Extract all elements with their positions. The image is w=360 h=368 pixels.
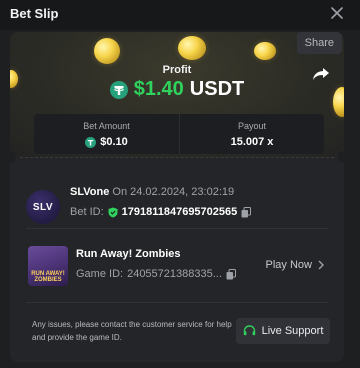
- support-notice: Any issues, please contact the customer …: [32, 320, 232, 342]
- avatar-text: SLV: [32, 201, 54, 213]
- bet-amount-label: Bet Amount: [83, 121, 130, 131]
- copy-icon[interactable]: [226, 268, 236, 280]
- modal-header: Bet Slip: [0, 0, 360, 30]
- bet-slip-card: Share Profit $1.40 USDT Bet Amount $0.10…: [10, 32, 344, 362]
- tether-icon: [85, 136, 97, 148]
- bet-date: 24.02.2024, 23:02:19: [130, 186, 235, 198]
- bet-id-value: 1791811847695702565: [121, 206, 238, 218]
- coin-decoration: [94, 38, 120, 64]
- chevron-right-icon: [318, 260, 324, 270]
- bet-slip-modal: Bet Slip Share Profit $1.40 USDT Bet Amo…: [0, 0, 360, 368]
- game-id-line: Game ID: 24055721388335...: [76, 268, 236, 280]
- avatar: SLV: [26, 190, 60, 224]
- bet-stats-panel: Bet Amount $0.10 Payout 15.007 x: [34, 114, 324, 154]
- bet-date-prefix: On: [109, 186, 131, 198]
- game-thumbnail-title: RUN AWAY! ZOMBIES: [31, 271, 65, 283]
- live-support-button[interactable]: Live Support: [236, 318, 330, 344]
- close-icon[interactable]: [330, 6, 344, 20]
- modal-title: Bet Slip: [10, 6, 59, 21]
- game-name: Run Away! Zombies: [76, 248, 181, 260]
- bet-user-line: SLVone On 24.02.2024, 23:02:19: [70, 186, 234, 198]
- bet-amount-stat: Bet Amount $0.10: [34, 114, 179, 154]
- section-divider: [26, 228, 328, 229]
- live-support-label: Live Support: [261, 325, 324, 337]
- share-arrow-icon[interactable]: [312, 67, 330, 81]
- profit-hero: Share Profit $1.40 USDT Bet Amount $0.10…: [10, 32, 344, 157]
- share-button[interactable]: Share: [296, 32, 342, 54]
- payout-value: 15.007 x: [230, 136, 274, 148]
- profit-value-row: $1.40 USDT: [10, 78, 344, 101]
- tether-icon: [109, 80, 128, 99]
- game-thumbnail[interactable]: RUN AWAY! ZOMBIES: [28, 246, 68, 286]
- coin-decoration: [178, 36, 206, 60]
- bet-id-line: Bet ID: 1791811847695702565: [70, 206, 252, 218]
- profit-label: Profit: [162, 64, 192, 76]
- bet-id-label: Bet ID:: [70, 206, 104, 218]
- shield-check-icon: [108, 207, 118, 217]
- play-now-button[interactable]: Play Now: [266, 259, 324, 271]
- notch-right: [338, 151, 344, 163]
- game-id-label: Game ID:: [76, 268, 124, 280]
- payout-stat: Payout 15.007 x: [179, 114, 324, 154]
- game-info-row: RUN AWAY! ZOMBIES Run Away! Zombies Game…: [26, 242, 328, 302]
- play-now-label: Play Now: [265, 259, 312, 271]
- profit-amount: $1.40: [133, 78, 184, 100]
- game-id-value: 24055721388335...: [127, 268, 222, 280]
- headset-icon: [243, 325, 255, 336]
- profit-currency: USDT: [189, 78, 245, 100]
- coin-decoration: [254, 42, 276, 60]
- copy-icon[interactable]: [241, 206, 252, 218]
- section-divider: [26, 302, 328, 303]
- bet-amount-value: $0.10: [100, 136, 128, 148]
- username: SLVone: [70, 186, 110, 198]
- bet-info-row: SLV SLVone On 24.02.2024, 23:02:19 Bet I…: [26, 182, 326, 226]
- dashed-divider: [20, 157, 334, 158]
- ticket-perforation: [10, 151, 344, 169]
- bet-amount-value-row: $0.10: [34, 136, 179, 148]
- payout-label: Payout: [237, 121, 267, 131]
